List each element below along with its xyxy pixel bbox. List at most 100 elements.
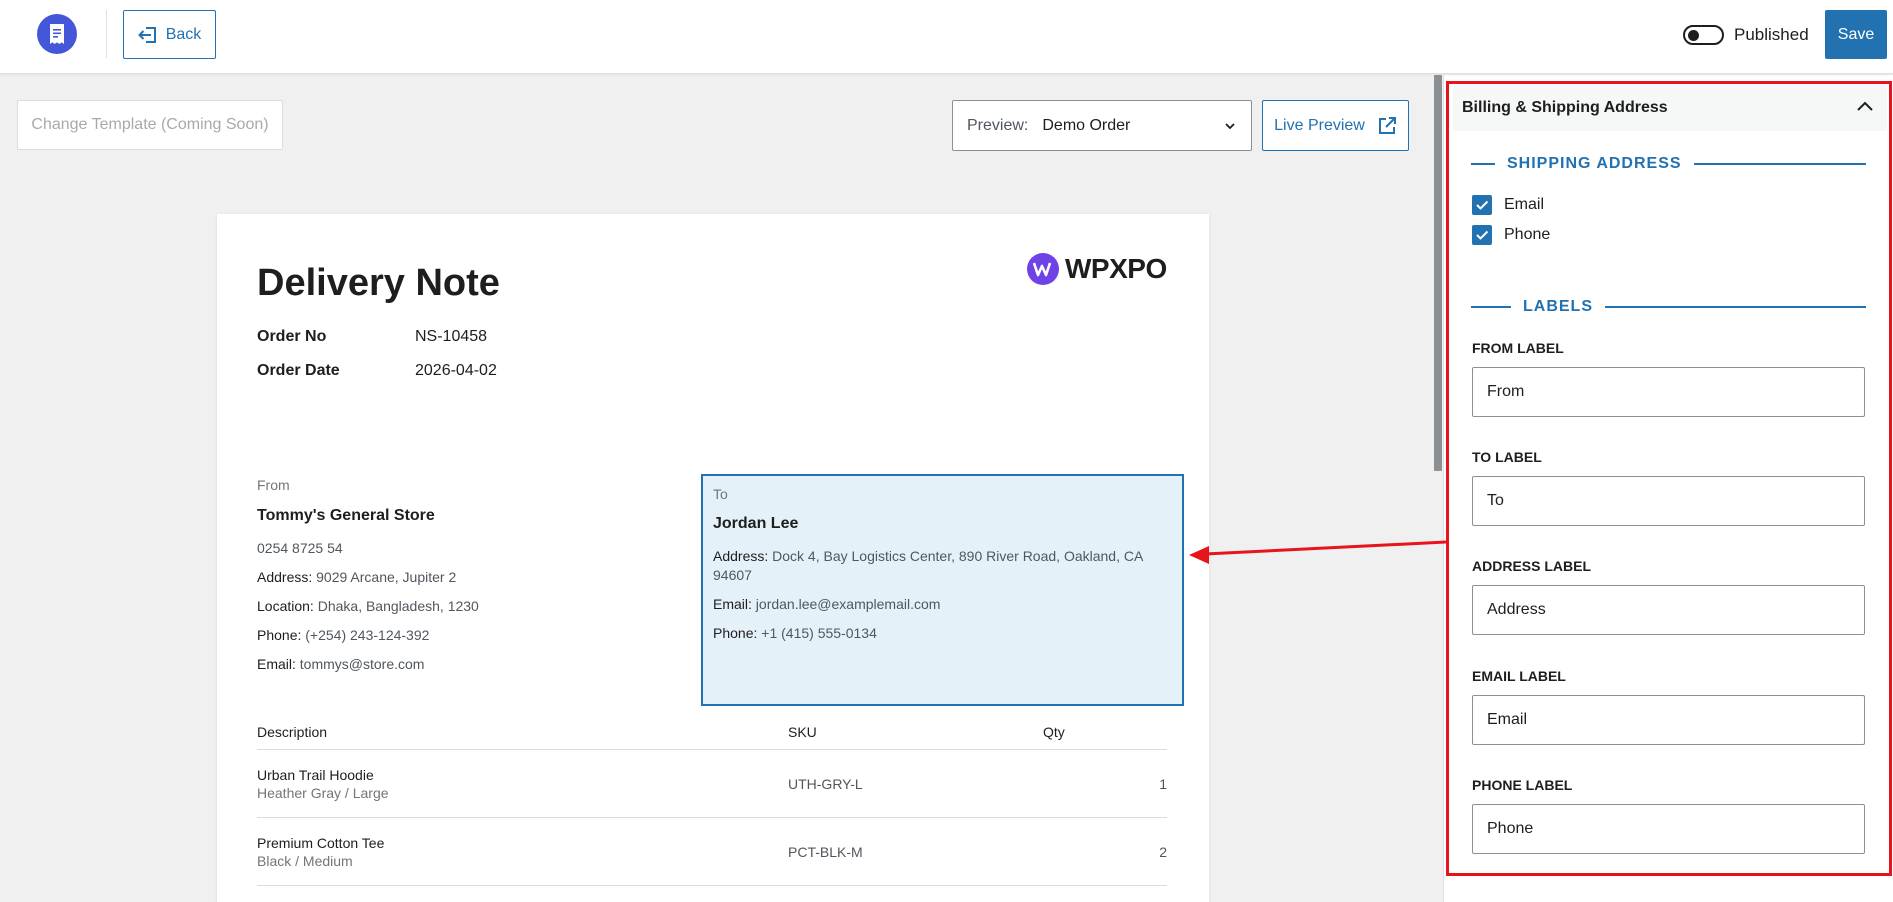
from-label-input[interactable] xyxy=(1472,367,1865,417)
live-preview-button[interactable]: Live Preview xyxy=(1262,100,1409,151)
shipping-address-heading: SHIPPING ADDRESS xyxy=(1507,155,1682,172)
logo-divider xyxy=(106,10,107,58)
checkbox-checked[interactable] xyxy=(1472,195,1492,215)
to-phone-label: Phone: xyxy=(713,625,758,641)
receipt-icon xyxy=(50,24,64,44)
from-email-line: Email: tommys@store.com xyxy=(257,655,687,674)
email-label-caption: EMAIL LABEL xyxy=(1472,668,1566,684)
from-label-caption: FROM LABEL xyxy=(1472,340,1564,356)
published-toggle[interactable] xyxy=(1683,25,1724,45)
table-row: Urban Trail Hoodie Heather Gray / Large … xyxy=(257,750,1167,818)
preview-select-value: Demo Order xyxy=(1042,116,1131,134)
panel-title: Billing & Shipping Address xyxy=(1462,99,1668,116)
order-no-value: NS-10458 xyxy=(415,328,488,345)
from-location-value: Dhaka, Bangladesh, 1230 xyxy=(317,598,479,614)
header-qty: Qty xyxy=(1043,723,1065,740)
to-address-label: Address: xyxy=(713,548,769,564)
address-label-input[interactable] xyxy=(1472,585,1865,635)
checkbox-label: Email xyxy=(1504,196,1545,213)
item-qty: 2 xyxy=(1159,843,1167,860)
email-label-input[interactable] xyxy=(1472,695,1865,745)
preview-select-label: Preview: xyxy=(967,116,1029,134)
order-no-row: Order No NS-10458 xyxy=(257,328,487,346)
checkbox-label: Phone xyxy=(1504,226,1551,243)
checkmark-icon xyxy=(1476,230,1489,240)
order-date-value: 2026-04-02 xyxy=(415,362,497,379)
from-phone-plain: 0254 8725 54 xyxy=(257,540,343,556)
section-line xyxy=(1693,163,1866,165)
item-description: Premium Cotton Tee Black / Medium xyxy=(257,835,788,869)
to-address-line: Address: Dock 4, Bay Logistics Center, 8… xyxy=(713,547,1172,585)
phone-label-caption: PHONE LABEL xyxy=(1472,777,1573,793)
app-logo[interactable] xyxy=(37,14,77,54)
from-address-block[interactable]: From Tommy's General Store 0254 8725 54 … xyxy=(257,477,687,684)
item-name: Urban Trail Hoodie xyxy=(257,766,374,783)
header-sku: SKU xyxy=(788,723,817,740)
address-label-caption: ADDRESS LABEL xyxy=(1472,558,1592,574)
order-date-row: Order Date 2026-04-02 xyxy=(257,362,497,380)
to-phone-value: +1 (415) 555-0134 xyxy=(761,625,877,641)
to-email-value: jordan.lee@examplemail.com xyxy=(755,596,941,612)
external-link-icon xyxy=(1378,116,1396,134)
to-label-input[interactable] xyxy=(1472,476,1865,526)
from-location-line: Location: Dhaka, Bangladesh, 1230 xyxy=(257,597,687,616)
brand-name: WPXPO xyxy=(1065,253,1167,284)
item-variant: Heather Gray / Large xyxy=(257,784,389,801)
order-no-label: Order No xyxy=(257,328,327,345)
from-phone-line: Phone: (+254) 243-124-392 xyxy=(257,626,687,645)
item-name: Premium Cotton Tee xyxy=(257,834,385,851)
item-sku: UTH-GRY-L xyxy=(788,775,863,792)
items-table: Description SKU Qty Urban Trail Hoodie H… xyxy=(257,714,1167,886)
change-template-button[interactable]: Change Template (Coming Soon) xyxy=(17,100,283,150)
back-button[interactable]: Back xyxy=(123,10,216,59)
live-preview-label: Live Preview xyxy=(1274,116,1365,134)
back-button-label: Back xyxy=(165,25,202,43)
checkmark-icon xyxy=(1476,200,1489,210)
top-bar: Back Published Save xyxy=(0,0,1893,74)
section-line xyxy=(1471,163,1495,165)
save-button[interactable]: Save xyxy=(1825,10,1887,59)
from-caption: From xyxy=(257,477,290,493)
toggle-knob xyxy=(1688,30,1699,41)
phone-label-input[interactable] xyxy=(1472,804,1865,854)
labels-heading: LABELS xyxy=(1523,298,1593,315)
from-location-label: Location: xyxy=(257,598,314,614)
document-title: Delivery Note xyxy=(257,262,500,304)
to-email-line: Email: jordan.lee@examplemail.com xyxy=(713,595,1172,614)
published-label: Published xyxy=(1734,25,1809,44)
labels-section: LABELS xyxy=(1471,297,1866,317)
preview-select[interactable]: Preview: Demo Order xyxy=(952,100,1252,151)
section-line xyxy=(1471,306,1511,308)
from-name: Tommy's General Store xyxy=(257,507,435,524)
billing-shipping-panel-header[interactable]: Billing & Shipping Address xyxy=(1453,85,1887,131)
to-label-caption: TO LABEL xyxy=(1472,449,1542,465)
from-phone-label: Phone: xyxy=(257,627,302,643)
from-phone-value: (+254) 243-124-392 xyxy=(305,627,430,643)
header-description: Description xyxy=(257,723,328,740)
brand-logo: WPXPO xyxy=(1027,253,1167,285)
from-address-label: Address: xyxy=(257,569,313,585)
shipping-phone-checkbox[interactable]: Phone xyxy=(1472,225,1550,245)
canvas-scrollbar[interactable] xyxy=(1433,75,1443,902)
checkbox-checked[interactable] xyxy=(1472,225,1492,245)
shipping-address-section: SHIPPING ADDRESS xyxy=(1471,154,1866,174)
order-date-label: Order Date xyxy=(257,362,340,379)
editor-canvas: Change Template (Coming Soon) Preview: D… xyxy=(0,75,1432,902)
shipping-email-checkbox[interactable]: Email xyxy=(1472,195,1544,215)
scrollbar-thumb[interactable] xyxy=(1434,75,1442,471)
wpxpo-mark-icon xyxy=(1027,253,1059,285)
chevron-up-icon[interactable] xyxy=(1855,99,1875,113)
to-email-label: Email: xyxy=(713,596,752,612)
to-address-block[interactable]: To Jordan Lee Address: Dock 4, Bay Logis… xyxy=(701,474,1184,706)
chevron-down-icon xyxy=(1225,123,1235,130)
section-line xyxy=(1605,306,1866,308)
delivery-note-document: Delivery Note WPXPO Order No NS-10458 Or… xyxy=(217,214,1209,902)
from-address-line: Address: 9029 Arcane, Jupiter 2 xyxy=(257,568,687,587)
to-name: Jordan Lee xyxy=(713,515,799,532)
item-variant: Black / Medium xyxy=(257,852,353,869)
item-qty: 1 xyxy=(1159,775,1167,792)
from-email-value: tommys@store.com xyxy=(299,656,425,672)
table-row: Premium Cotton Tee Black / Medium PCT-BL… xyxy=(257,818,1167,886)
to-phone-line: Phone: +1 (415) 555-0134 xyxy=(713,624,1172,643)
to-caption: To xyxy=(713,486,728,502)
